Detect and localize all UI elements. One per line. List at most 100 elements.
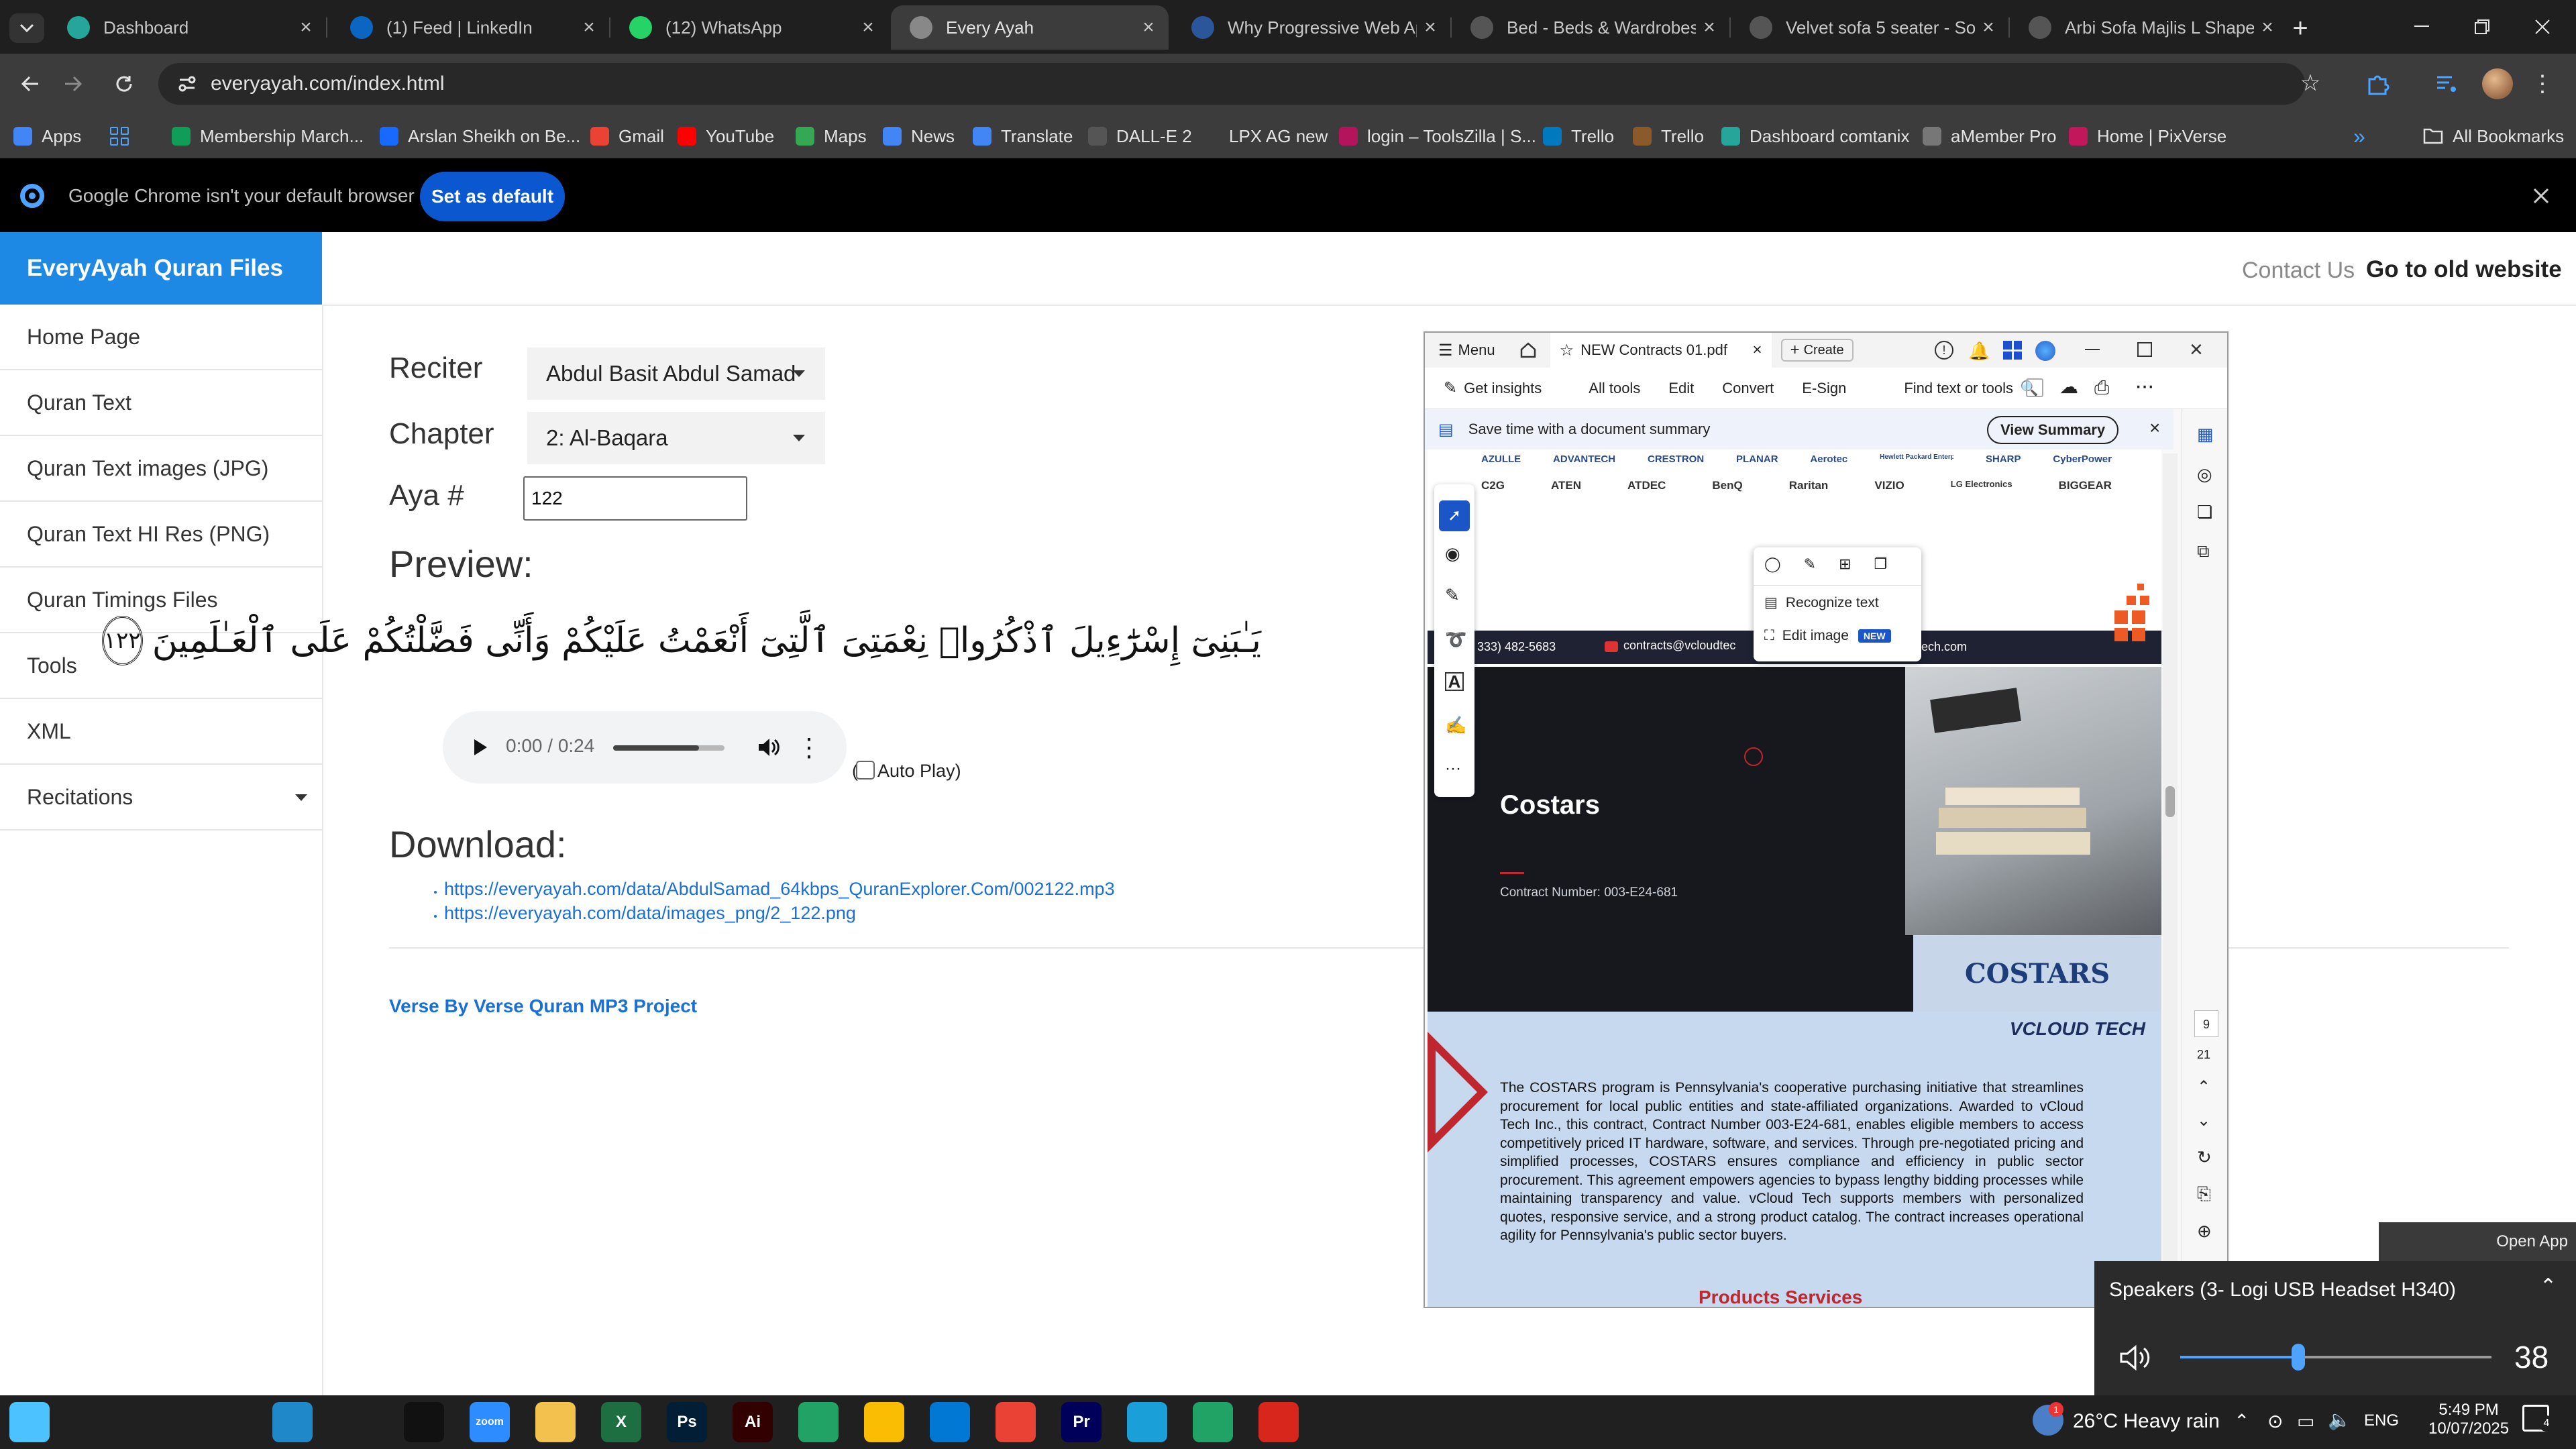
pdf-tool-2[interactable]: Convert bbox=[1722, 380, 1774, 397]
recognize-text-item[interactable]: ▤ Recognize text bbox=[1764, 594, 1879, 611]
pen-icon[interactable] bbox=[338, 1402, 378, 1442]
close-window-button[interactable] bbox=[2516, 12, 2569, 42]
bookmark-6[interactable]: News bbox=[883, 114, 955, 158]
pdf-maximize-button[interactable] bbox=[2137, 342, 2152, 357]
pdf-scrollbar[interactable] bbox=[2163, 453, 2178, 1305]
save-icon[interactable] bbox=[2026, 378, 2043, 397]
bookmarks-overflow-button[interactable]: » bbox=[2353, 114, 2365, 158]
bookmark-4[interactable]: YouTube bbox=[678, 114, 774, 158]
forward-button[interactable] bbox=[56, 67, 90, 101]
tab-close-icon[interactable]: × bbox=[2254, 16, 2281, 39]
tab-6[interactable]: Velvet sofa 5 seater - Sof × bbox=[1731, 5, 2008, 50]
bookmark-panel-icon[interactable]: ❏ bbox=[2197, 502, 2212, 523]
sidebar-item-6[interactable]: XML bbox=[0, 699, 322, 765]
acrobat-icon[interactable] bbox=[1258, 1402, 1299, 1442]
bookmark-12[interactable]: Trello bbox=[1633, 114, 1704, 158]
restore-button[interactable] bbox=[2455, 12, 2509, 42]
rotate-icon[interactable]: ↻ bbox=[2197, 1147, 2212, 1168]
contact-us-link[interactable]: Contact Us bbox=[2242, 258, 2355, 284]
autoplay-checkbox[interactable] bbox=[856, 761, 875, 780]
profile-avatar[interactable] bbox=[2482, 68, 2513, 99]
comment-icon[interactable]: ◎ bbox=[2197, 464, 2212, 485]
address-bar[interactable]: everyayah.com/index.html bbox=[158, 63, 2305, 105]
bookmark-star-icon[interactable]: ☆ bbox=[2297, 70, 2324, 97]
sidebar-item-7[interactable]: Recitations bbox=[0, 765, 322, 830]
zoom-in-icon[interactable]: ⊕ bbox=[2197, 1221, 2212, 1242]
bookmark-3[interactable]: Gmail bbox=[590, 114, 664, 158]
more-options-icon[interactable]: ··· bbox=[2135, 373, 2155, 399]
pdf-menu-button[interactable]: ☰ Menu bbox=[1438, 341, 1495, 360]
pdf-doc-tab[interactable]: ☆ NEW Contracts 01.pdf × bbox=[1550, 333, 1772, 368]
pdf-close-button[interactable]: × bbox=[2190, 337, 2203, 363]
tab-3[interactable]: Every Ayah × bbox=[891, 5, 1169, 50]
edge-icon[interactable] bbox=[272, 1402, 313, 1442]
pdf-tool-0[interactable]: All tools bbox=[1589, 380, 1640, 397]
app-diamond-icon[interactable] bbox=[1127, 1402, 1167, 1442]
aya-input[interactable]: 122 bbox=[523, 476, 747, 521]
tab-2[interactable]: (12) WhatsApp × bbox=[610, 5, 888, 50]
bookmark-15[interactable]: Home | PixVerse bbox=[2069, 114, 2226, 158]
minimize-button[interactable] bbox=[2395, 12, 2449, 42]
reload-button[interactable] bbox=[107, 67, 141, 101]
chrome-profile-icon[interactable] bbox=[996, 1402, 1036, 1442]
tab-close-icon[interactable]: × bbox=[1696, 16, 1723, 39]
folder-icon[interactable] bbox=[535, 1402, 576, 1442]
zoom-icon[interactable]: zoom bbox=[470, 1402, 510, 1442]
pencil-icon[interactable]: ✎ bbox=[1804, 555, 1816, 573]
pdf-scroll-thumb[interactable] bbox=[2165, 786, 2175, 817]
tab-1[interactable]: (1) Feed | LinkedIn × bbox=[331, 5, 609, 50]
pdf-create-button[interactable]: + Create bbox=[1780, 339, 1854, 362]
download-link[interactable]: https://everyayah.com/data/AbdulSamad_64… bbox=[444, 879, 1115, 899]
back-button[interactable] bbox=[13, 67, 47, 101]
bookmark-5[interactable]: Maps bbox=[796, 114, 867, 158]
old-website-link[interactable]: Go to old website bbox=[2366, 256, 2562, 283]
volume-slider-thumb[interactable] bbox=[2292, 1344, 2306, 1371]
apps-grid-icon[interactable] bbox=[2003, 341, 2022, 360]
more-tools-icon[interactable]: ··· bbox=[1445, 759, 1461, 778]
sign-icon[interactable]: ✍ bbox=[1445, 715, 1466, 736]
chevron-up-icon[interactable]: ⌃ bbox=[2540, 1275, 2557, 1298]
audio-options-icon[interactable]: ⋮ bbox=[796, 731, 822, 763]
tab-close-icon[interactable]: × bbox=[1975, 16, 2002, 39]
tab-groups-icon[interactable] bbox=[110, 114, 129, 158]
task-view-icon[interactable] bbox=[207, 1402, 247, 1442]
sidebar-item-1[interactable]: Quran Text bbox=[0, 370, 322, 436]
page-number-input[interactable]: 9 bbox=[2194, 1010, 2218, 1037]
bookmark-10[interactable]: login – ToolsZilla | S... bbox=[1339, 114, 1536, 158]
text-box-icon[interactable]: A bbox=[1445, 672, 1464, 691]
comment-add-icon[interactable]: ◉ bbox=[1445, 543, 1460, 564]
close-doc-icon[interactable]: × bbox=[1753, 341, 1762, 360]
pages-panel-icon[interactable]: ⧉ bbox=[2197, 541, 2210, 562]
site-info-icon[interactable] bbox=[176, 72, 199, 95]
comment-icon[interactable]: ◯ bbox=[1764, 555, 1781, 573]
tab-close-icon[interactable]: × bbox=[576, 16, 602, 39]
bookmark-1[interactable]: Membership March... bbox=[172, 114, 364, 158]
language-indicator[interactable]: ENG bbox=[2364, 1411, 2399, 1430]
ai-assistant-icon[interactable]: ▦ bbox=[2197, 424, 2214, 445]
excel-icon[interactable]: X bbox=[601, 1402, 641, 1442]
crop-icon[interactable]: ⊞ bbox=[1839, 555, 1851, 573]
speaker-icon[interactable] bbox=[2120, 1344, 2151, 1371]
bookmark-7[interactable]: Translate bbox=[973, 114, 1073, 158]
sheets-green-icon[interactable] bbox=[1193, 1402, 1233, 1442]
footer-link[interactable]: Verse By Verse Quran MP3 Project bbox=[389, 996, 697, 1017]
search-icon[interactable] bbox=[75, 1402, 115, 1442]
page-export-icon[interactable]: ⎘ bbox=[2197, 1183, 2211, 1205]
sidebar-item-0[interactable]: Home Page bbox=[0, 305, 322, 370]
set-as-default-button[interactable]: Set as default bbox=[420, 172, 565, 221]
media-control-icon[interactable] bbox=[2430, 67, 2463, 101]
weather-text[interactable]: 26°C Heavy rain bbox=[2073, 1410, 2220, 1433]
sidebar-item-2[interactable]: Quran Text images (JPG) bbox=[0, 436, 322, 502]
home-icon[interactable] bbox=[1518, 340, 1538, 360]
help-icon[interactable]: ! bbox=[1935, 341, 1953, 360]
tab-close-icon[interactable]: × bbox=[292, 16, 319, 39]
pdf-minimize-button[interactable] bbox=[2085, 349, 2100, 350]
account-globe-icon[interactable] bbox=[2035, 341, 2055, 361]
windows-icon[interactable] bbox=[9, 1402, 50, 1442]
all-bookmarks-button[interactable]: All Bookmarks bbox=[2423, 114, 2564, 158]
bookmark-2[interactable]: Arslan Sheikh on Be... bbox=[380, 114, 580, 158]
chapter-select[interactable]: 2: Al-Baqara bbox=[527, 412, 825, 464]
bookmark-8[interactable]: DALL-E 2 bbox=[1088, 114, 1192, 158]
copy-icon[interactable]: ❐ bbox=[1874, 555, 1888, 573]
close-banner-icon[interactable]: × bbox=[2149, 417, 2160, 439]
